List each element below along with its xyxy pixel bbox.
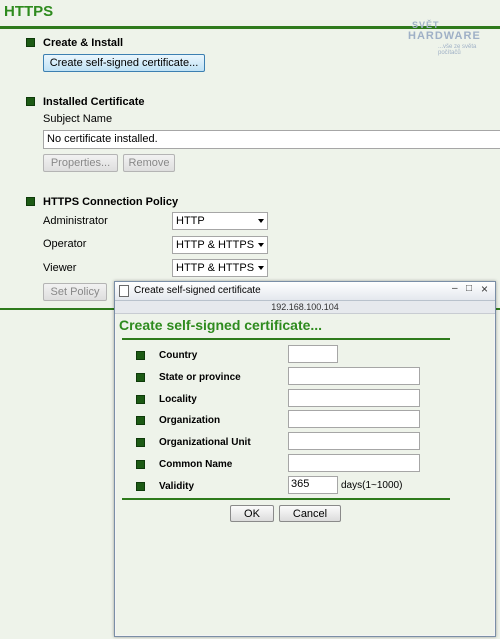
field-bullet-icon: [136, 482, 145, 491]
ok-button[interactable]: OK: [230, 505, 274, 522]
create-install-title: Create & Install: [43, 37, 124, 49]
policy-label-operator: Operator: [43, 238, 87, 250]
administrator-policy-value: HTTP: [176, 215, 205, 227]
operator-policy-select[interactable]: HTTP & HTTPS: [172, 236, 268, 254]
chevron-down-icon: [258, 243, 264, 247]
field-bullet-icon: [136, 373, 145, 382]
organization-label: Organization: [159, 415, 221, 426]
dialog-address-bar: 192.168.100.104: [115, 301, 495, 314]
policy-label-viewer: Viewer: [43, 262, 77, 274]
dialog-top-divider: [122, 338, 450, 340]
organizational-unit-input[interactable]: [288, 432, 420, 450]
subject-name-field[interactable]: No certificate installed.: [43, 130, 500, 149]
common-name-input[interactable]: [288, 454, 420, 472]
maximize-button[interactable]: □: [466, 283, 472, 294]
country-label: Country: [159, 350, 198, 361]
dialog-content: Create self-signed certificate... Countr…: [116, 314, 494, 635]
close-button[interactable]: ×: [481, 282, 488, 296]
validity-label: Validity: [159, 481, 195, 492]
set-policy-button[interactable]: Set Policy: [43, 283, 107, 301]
common-name-label: Common Name: [159, 459, 233, 470]
validity-range-label: days(1~1000): [341, 480, 403, 491]
certificate-dialog: Create self-signed certificate – □ × 192…: [114, 281, 496, 637]
field-bullet-icon: [136, 395, 145, 404]
cancel-button[interactable]: Cancel: [279, 505, 341, 522]
page-title: HTTPS: [4, 3, 54, 20]
field-bullet-icon: [136, 438, 145, 447]
watermark-line1: SVĚT: [412, 20, 440, 30]
watermark-line2: HARDWARE: [408, 30, 481, 42]
policy-label-administrator: Administrator: [43, 215, 108, 227]
dialog-bottom-divider: [122, 498, 450, 500]
subject-name-label: Subject Name: [43, 113, 113, 125]
field-bullet-icon: [136, 351, 145, 360]
chevron-down-icon: [258, 266, 264, 270]
dialog-window-title: Create self-signed certificate: [134, 285, 261, 296]
minimize-button[interactable]: –: [452, 283, 458, 294]
create-certificate-button[interactable]: Create self-signed certificate...: [43, 54, 205, 72]
section-bullet-icon: [26, 97, 35, 106]
locality-label: Locality: [159, 394, 197, 405]
field-bullet-icon: [136, 416, 145, 425]
validity-input[interactable]: 365: [288, 476, 338, 494]
viewer-policy-value: HTTP & HTTPS: [176, 262, 255, 274]
dialog-heading: Create self-signed certificate...: [119, 317, 323, 333]
state-province-label: State or province: [159, 372, 241, 383]
remove-button[interactable]: Remove: [123, 154, 175, 172]
chevron-down-icon: [258, 219, 264, 223]
section-bullet-icon: [26, 197, 35, 206]
field-bullet-icon: [136, 460, 145, 469]
administrator-policy-select[interactable]: HTTP: [172, 212, 268, 230]
organizational-unit-label: Organizational Unit: [159, 437, 251, 448]
installed-certificate-title: Installed Certificate: [43, 96, 145, 108]
viewer-policy-select[interactable]: HTTP & HTTPS: [172, 259, 268, 277]
watermark-logo: SVĚT HARDWARE ...vše ze světa počítačů: [408, 20, 498, 56]
state-province-input[interactable]: [288, 367, 420, 385]
locality-input[interactable]: [288, 389, 420, 407]
operator-policy-value: HTTP & HTTPS: [176, 239, 255, 251]
properties-button[interactable]: Properties...: [43, 154, 118, 172]
dialog-titlebar[interactable]: Create self-signed certificate – □ ×: [115, 282, 495, 301]
watermark-line3: ...vše ze světa počítačů: [438, 44, 477, 56]
country-input[interactable]: [288, 345, 338, 363]
document-icon: [119, 285, 129, 297]
connection-policy-title: HTTPS Connection Policy: [43, 196, 179, 208]
section-bullet-icon: [26, 38, 35, 47]
organization-input[interactable]: [288, 410, 420, 428]
